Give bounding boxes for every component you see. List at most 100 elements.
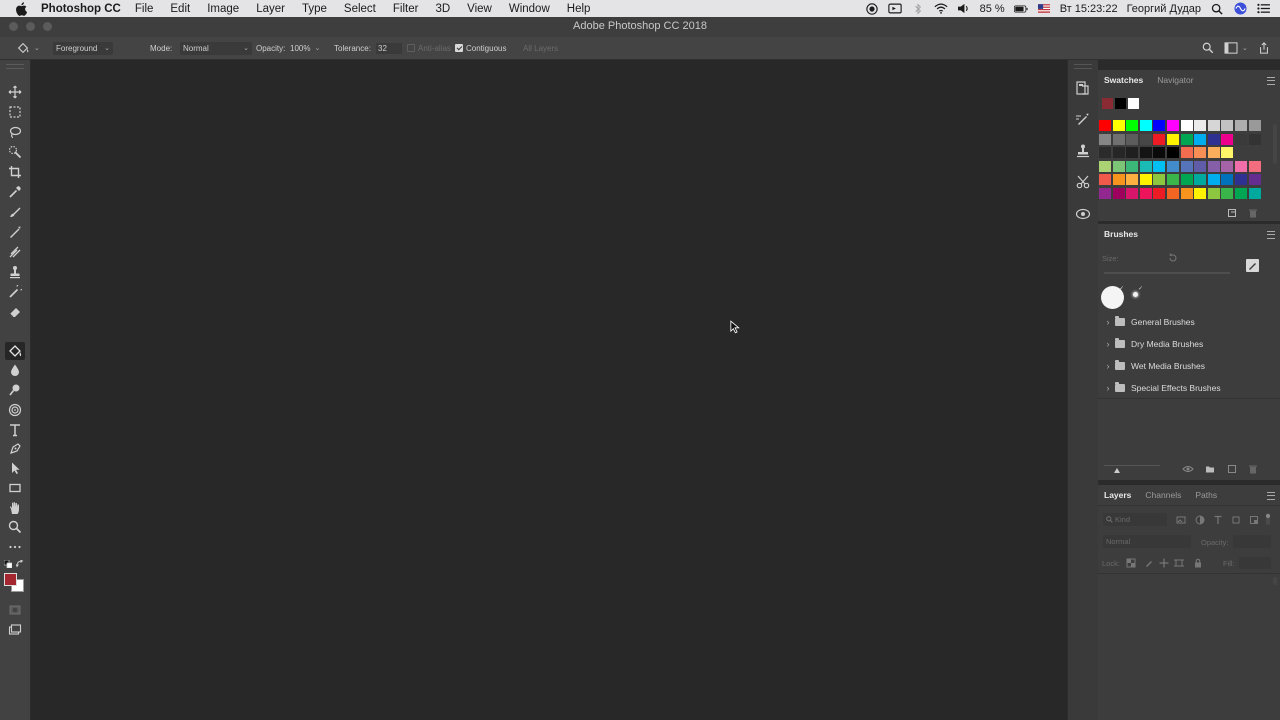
filter-toggle-switch[interactable] <box>1265 513 1271 525</box>
clone-source-icon[interactable] <box>1075 143 1091 159</box>
layer-opacity-field[interactable] <box>1233 535 1271 548</box>
color-swatch[interactable] <box>1126 120 1139 131</box>
libraries-icon[interactable] <box>1075 205 1091 221</box>
tab-navigator[interactable]: Navigator <box>1157 75 1193 85</box>
delete-swatch-icon[interactable] <box>1248 208 1258 218</box>
chevron-down-icon[interactable]: ⌄ <box>314 44 320 52</box>
anti-alias-checkbox[interactable]: Anti-alias <box>407 37 451 59</box>
color-swatch[interactable] <box>1126 147 1139 159</box>
color-swatch[interactable] <box>1207 133 1220 145</box>
color-swatch[interactable] <box>1235 120 1247 131</box>
screen-capture-icon[interactable] <box>887 2 902 16</box>
color-swatch[interactable] <box>1153 188 1166 199</box>
filter-adjustment-icon[interactable] <box>1195 515 1205 525</box>
brush-folder-wet-media[interactable]: › Wet Media Brushes <box>1098 357 1268 375</box>
brush-size-slider[interactable] <box>1104 272 1230 274</box>
color-swatch[interactable] <box>1248 174 1261 186</box>
brush-folder-general[interactable]: › General Brushes <box>1098 313 1268 331</box>
color-swatch[interactable] <box>1207 160 1220 172</box>
color-swatch[interactable] <box>1194 188 1207 199</box>
color-swatch[interactable] <box>1112 174 1125 186</box>
recent-swatch[interactable] <box>1128 98 1139 109</box>
color-swatch[interactable] <box>1167 147 1179 159</box>
dodge-tool[interactable] <box>5 381 25 399</box>
history-panel-icon[interactable] <box>1075 80 1091 96</box>
tab-channels[interactable]: Channels <box>1145 490 1181 500</box>
crop-tool[interactable] <box>5 163 25 181</box>
clone-stamp-tool[interactable] <box>5 263 25 281</box>
color-swatch[interactable] <box>1099 188 1111 199</box>
color-swatch[interactable] <box>1207 120 1220 131</box>
menu-file[interactable]: File <box>135 3 154 15</box>
color-swatch[interactable] <box>1180 133 1193 145</box>
color-swatch[interactable] <box>1221 160 1234 172</box>
lock-image-pixels-icon[interactable] <box>1144 558 1154 568</box>
chevron-right-icon[interactable]: › <box>1101 361 1115 371</box>
reset-size-icon[interactable] <box>1168 253 1178 263</box>
color-swatch[interactable] <box>1221 120 1234 131</box>
brush-preview-size-slider[interactable] <box>1104 465 1160 466</box>
eyedropper-tool[interactable] <box>5 183 25 201</box>
color-swatch[interactable] <box>1167 120 1179 131</box>
color-swatch[interactable] <box>1167 188 1179 199</box>
color-swatch[interactable] <box>1099 147 1111 159</box>
lock-transparent-pixels-icon[interactable] <box>1126 558 1136 568</box>
color-swatch[interactable] <box>1221 133 1234 145</box>
edit-toolbar[interactable] <box>5 538 25 556</box>
volume-icon[interactable] <box>957 2 971 16</box>
color-swatch[interactable] <box>1235 174 1247 186</box>
color-swatch[interactable] <box>1207 188 1220 199</box>
menu-type[interactable]: Type <box>302 3 327 15</box>
wifi-icon[interactable] <box>934 2 948 16</box>
color-swatch[interactable] <box>1099 160 1111 172</box>
menu-select[interactable]: Select <box>344 3 376 15</box>
color-swatch[interactable] <box>1248 120 1261 131</box>
lock-position-icon[interactable] <box>1159 558 1169 568</box>
tab-paths[interactable]: Paths <box>1195 490 1217 500</box>
toolbar-grip[interactable] <box>6 64 24 69</box>
new-group-folder-icon[interactable] <box>1205 464 1215 474</box>
menu-help[interactable]: Help <box>567 3 591 15</box>
color-swatch[interactable] <box>1235 160 1247 172</box>
color-swatch[interactable] <box>1248 188 1261 199</box>
menu-filter[interactable]: Filter <box>393 3 419 15</box>
color-swatch[interactable] <box>1221 147 1234 159</box>
layer-fill-field[interactable] <box>1239 557 1271 569</box>
panel-menu-icon[interactable] <box>1267 231 1275 239</box>
color-swatch[interactable] <box>1180 147 1193 159</box>
default-colors-icon[interactable] <box>4 560 12 568</box>
foreground-color-swatch[interactable] <box>4 573 17 586</box>
history-brush-tool[interactable] <box>5 283 25 301</box>
color-swatch[interactable] <box>1194 133 1207 145</box>
blur-tool[interactable] <box>5 361 25 379</box>
screen-mode-button[interactable] <box>5 621 25 639</box>
siri-icon[interactable] <box>1233 2 1247 16</box>
rectangle-tool[interactable] <box>5 479 25 497</box>
tool-preset-picker[interactable]: ⌄ <box>16 37 40 59</box>
menubar-clock[interactable]: Вт 15:23:22 <box>1060 3 1118 15</box>
zoom-tool[interactable] <box>5 518 25 536</box>
color-swatch[interactable] <box>1139 120 1152 131</box>
color-swatch[interactable] <box>1221 174 1234 186</box>
color-swatch[interactable] <box>1126 133 1139 145</box>
tab-swatches[interactable]: Swatches <box>1104 75 1143 85</box>
quick-selection-tool[interactable] <box>5 143 25 161</box>
color-swatch[interactable] <box>1153 174 1166 186</box>
menu-edit[interactable]: Edit <box>170 3 190 15</box>
flag-us-icon[interactable] <box>1037 2 1051 16</box>
menu-layer[interactable]: Layer <box>256 3 285 15</box>
menubar-user[interactable]: Георгий Дудар <box>1127 3 1201 15</box>
share-icon[interactable] <box>1258 37 1270 59</box>
color-swatch[interactable] <box>1112 147 1125 159</box>
apple-menu-icon[interactable] <box>15 1 28 16</box>
menu-3d[interactable]: 3D <box>435 3 450 15</box>
color-swatch[interactable] <box>1207 174 1220 186</box>
mode-dropdown[interactable]: Normal ⌄ <box>180 37 252 59</box>
hand-tool[interactable] <box>5 499 25 517</box>
color-swatch[interactable] <box>1248 160 1261 172</box>
color-swatch[interactable] <box>1194 147 1207 159</box>
color-swatch[interactable] <box>1099 133 1111 145</box>
new-brush-icon[interactable] <box>1227 464 1237 474</box>
panel-menu-icon[interactable] <box>1267 492 1275 500</box>
search-icon[interactable] <box>1202 37 1214 59</box>
